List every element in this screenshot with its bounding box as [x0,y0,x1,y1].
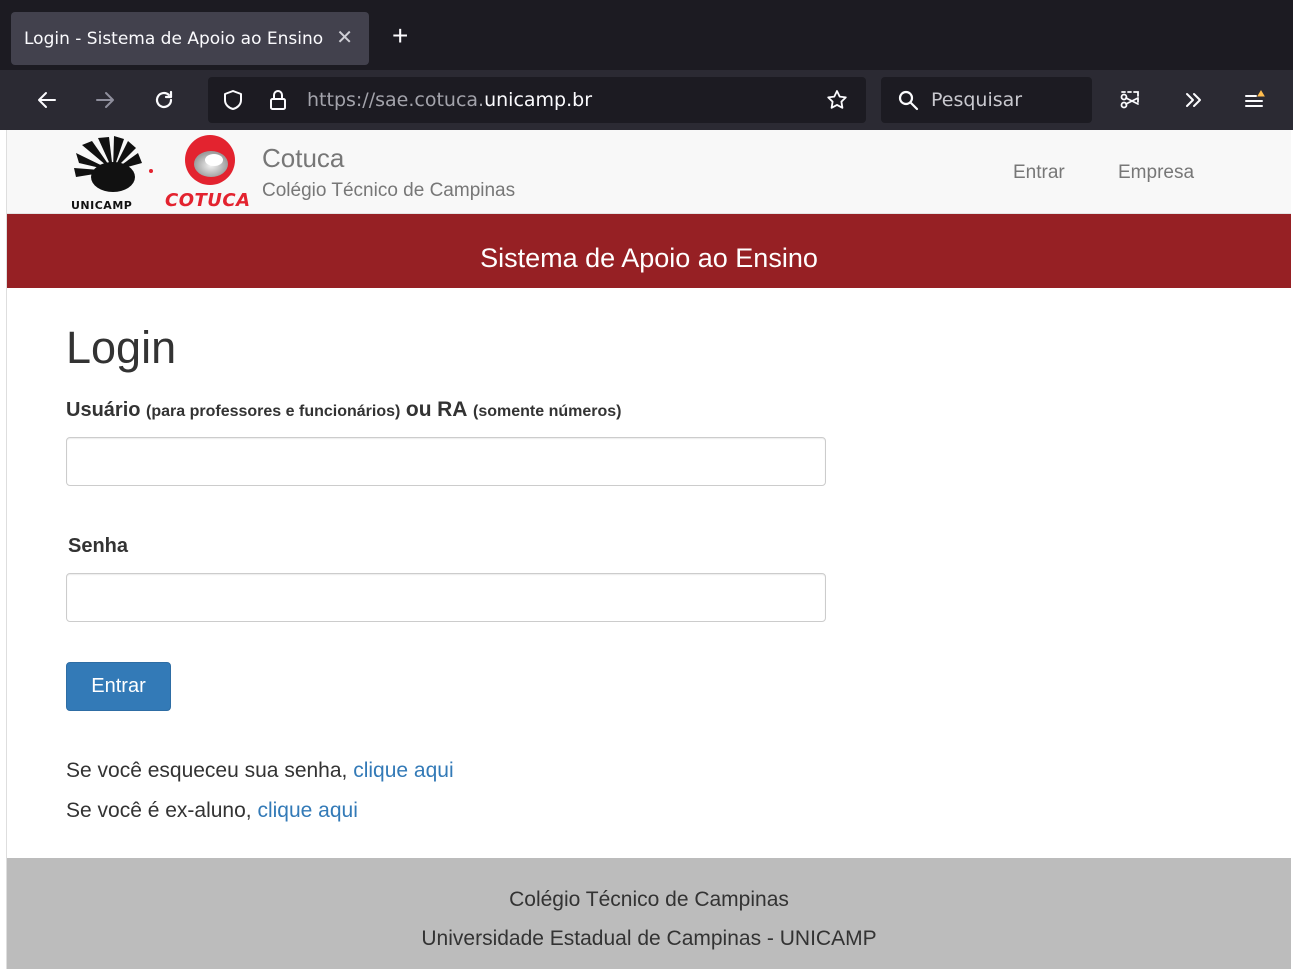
browser-tab-bar: Login - Sistema de Apoio ao Ensino ✕ + [0,0,1293,70]
url-prefix: https://sae.cotuca. [307,89,485,111]
tracking-protection-shield-icon[interactable] [218,85,248,115]
ra-note: (somente números) [473,403,622,420]
nav-link-entrar[interactable]: Entrar [1013,162,1065,184]
username-note: (para professores e funcionários) [146,403,401,420]
alumni-link[interactable]: clique aqui [257,799,357,822]
page-title: Login [66,322,177,373]
cotuca-logo-text: COTUCA [165,190,251,211]
brand-subtitle: Colégio Técnico de Campinas [262,180,516,201]
overflow-chevrons-icon[interactable] [1178,85,1208,115]
site-footer: Colégio Técnico de Campinas Universidade… [7,858,1291,969]
footer-university: Universidade Estadual de Campinas - UNIC… [421,927,877,950]
footer-school: Colégio Técnico de Campinas [509,888,789,911]
address-bar[interactable]: https://sae.cotuca.unicamp.br [208,77,866,123]
brand-title[interactable]: Cotuca [262,143,344,174]
site-header: UNICAMP COTUCA Cotuca Colégio Técnico de… [7,130,1291,214]
back-icon[interactable] [32,85,62,115]
browser-tab[interactable]: Login - Sistema de Apoio ao Ensino ✕ [11,12,369,65]
close-tab-icon[interactable]: ✕ [336,25,353,49]
forgot-password-line: Se você esqueceu sua senha, clique aqui [66,759,454,783]
login-button[interactable]: Entrar [66,662,171,711]
url-text: https://sae.cotuca.unicamp.br [307,89,592,111]
cotuca-logo[interactable]: COTUCA [165,134,251,212]
unicamp-logo-text: UNICAMP [71,199,133,212]
screenshot-icon[interactable] [1115,85,1145,115]
url-domain: unicamp.br [484,89,593,111]
forgot-password-text: Se você esqueceu sua senha, [66,759,348,782]
username-or: ou [405,398,432,421]
alumni-text: Se você é ex-aluno, [66,799,252,822]
tab-title: Login - Sistema de Apoio ao Ensino [24,28,324,49]
username-label: Usuário (para professores e funcionários… [66,398,621,422]
reload-icon[interactable] [149,85,179,115]
username-label-text: Usuário [66,399,141,421]
search-placeholder: Pesquisar [931,89,1023,111]
new-tab-icon[interactable]: + [392,22,408,50]
forgot-password-link[interactable]: clique aqui [353,759,453,782]
menu-icon[interactable] [1239,85,1269,115]
page-left-edge [0,130,7,969]
unicamp-logo[interactable]: UNICAMP [70,135,156,213]
search-bar[interactable]: Pesquisar [881,77,1092,123]
username-input[interactable] [66,437,826,486]
browser-toolbar: https://sae.cotuca.unicamp.br Pesquisar [0,70,1293,130]
search-icon [893,85,923,115]
nav-link-empresa[interactable]: Empresa [1118,162,1194,184]
forward-icon[interactable] [90,85,120,115]
lock-icon[interactable] [263,85,293,115]
banner-title: Sistema de Apoio ao Ensino [480,243,818,273]
password-input[interactable] [66,573,826,622]
alumni-line: Se você é ex-aluno, clique aqui [66,799,358,823]
username-ra: RA [437,398,468,421]
bookmark-star-icon[interactable] [822,85,852,115]
system-banner: Sistema de Apoio ao Ensino [7,214,1291,288]
password-label: Senha [68,535,129,557]
